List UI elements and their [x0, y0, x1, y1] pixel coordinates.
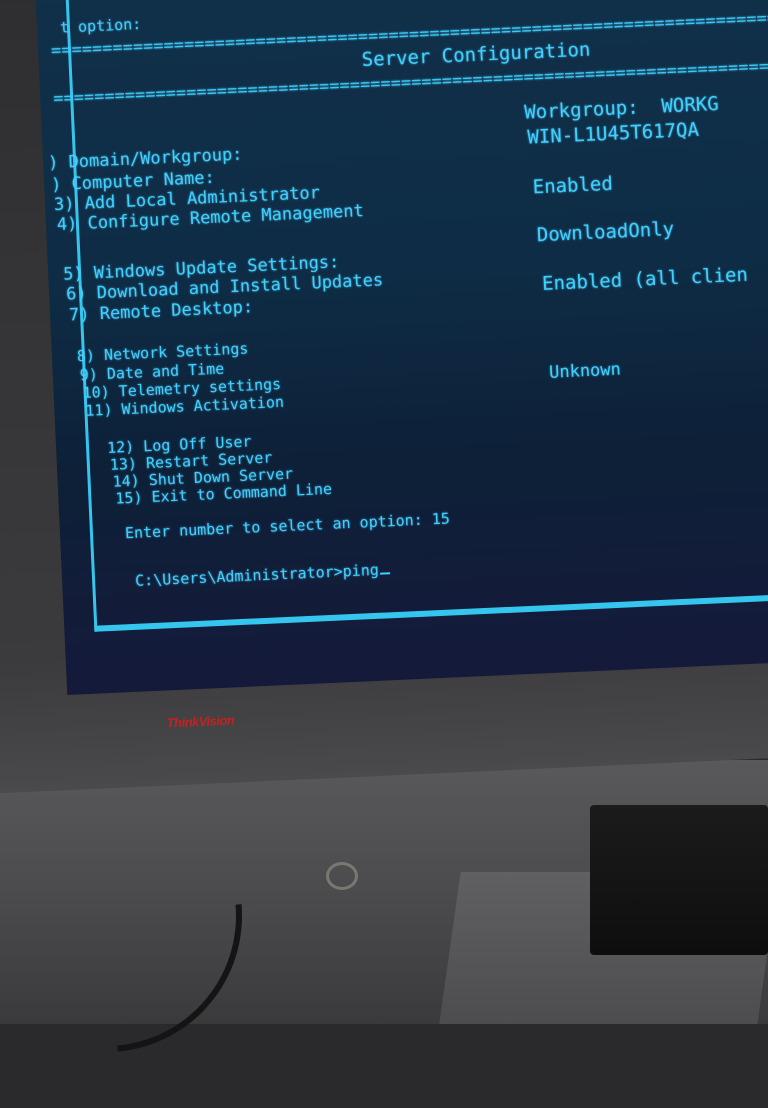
monitor-stand-neck	[590, 805, 768, 955]
telemetry-value: Unknown	[548, 359, 622, 383]
desk-stain	[326, 862, 358, 890]
remote-desktop-value: Enabled (all clien	[541, 263, 749, 296]
remote-management-value: Enabled	[532, 172, 614, 199]
monitor-screen: t option: ==============================…	[33, 0, 768, 696]
command-line-input[interactable]: C:\Users\Administrator>ping	[134, 560, 390, 590]
text-cursor	[379, 572, 390, 575]
sconfig-console[interactable]: t option: ==============================…	[48, 0, 768, 632]
select-option-prompt: Enter number to select an option: 15	[124, 509, 451, 543]
monitor: ThinkVision t option: ==================…	[0, 0, 768, 819]
previous-prompt-line: t option:	[59, 14, 142, 37]
monitor-brand-logo: ThinkVision	[166, 712, 235, 731]
command-text: C:\Users\Administrator>ping	[134, 560, 380, 590]
windows-update-value: DownloadOnly	[536, 218, 675, 247]
computer-name-value: WIN-L1U45T617QA	[526, 118, 700, 149]
